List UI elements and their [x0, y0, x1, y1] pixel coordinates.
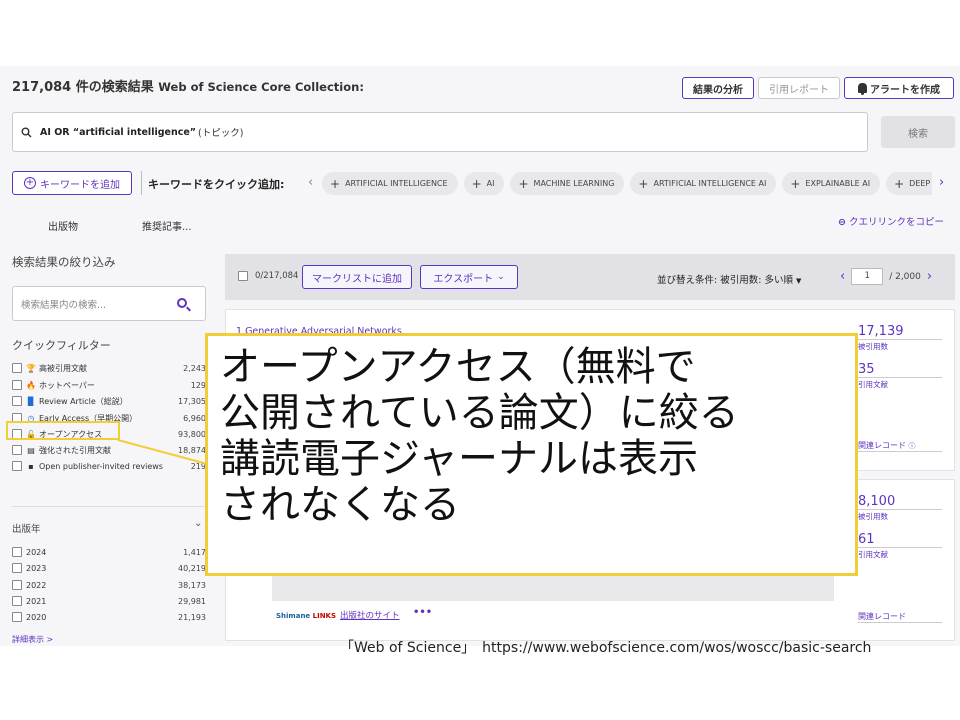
create-alert-button[interactable]: アラートを作成	[844, 77, 954, 99]
keyword-chip[interactable]: + ARTIFICIAL INTELLIGENCE AI	[630, 172, 777, 195]
checkbox[interactable]	[12, 563, 22, 573]
filter-review-article[interactable]: ▉ Review Article（総説） 17,305	[12, 394, 206, 408]
search-query-box[interactable]: AI OR “artificial intelligence” (トピック)	[12, 112, 868, 152]
source-citation: 「Web of Science」 https://www.webofscienc…	[340, 640, 872, 656]
page-title: 217,084 件の検索結果 Web of Science Core Colle…	[12, 80, 364, 95]
callout-line: 講読電子ジャーナルは表示	[220, 436, 698, 482]
add-to-marked-list-button[interactable]: マークリストに追加	[302, 265, 412, 289]
plus-icon: +	[471, 176, 482, 191]
keyword-chip[interactable]: + EXPLAINABLE AI	[782, 172, 881, 195]
keyword-chip[interactable]: + AI	[463, 172, 505, 195]
bell-icon	[858, 83, 867, 95]
next-page-icon[interactable]: ›	[927, 269, 932, 284]
show-more-link[interactable]: 詳細表示 >	[12, 634, 53, 645]
checkbox[interactable]	[12, 596, 22, 606]
annotation-callout: オープンアクセス（無料で 公開されている論文）に絞る 講読電子ジャーナルは表示 …	[205, 333, 858, 576]
chevron-right-icon[interactable]: ›	[939, 175, 944, 190]
divider	[12, 506, 206, 507]
filter-year[interactable]: 2023 40,219	[12, 561, 206, 575]
checkbox[interactable]	[12, 461, 22, 471]
keyword-chip[interactable]: + MACHINE LEARNING	[510, 172, 625, 195]
refine-heading: 検索結果の絞り込み	[12, 255, 116, 269]
pagination: ‹ 1 / 2,000 ›	[840, 268, 933, 285]
enriched-refs-icon: ▤	[27, 445, 35, 455]
filter-year[interactable]: 2020 21,193	[12, 610, 206, 624]
analyze-results-button[interactable]: 結果の分析	[682, 77, 754, 99]
chevron-left-icon[interactable]: ‹	[308, 175, 313, 190]
open-access-highlight	[6, 421, 120, 440]
callout-line: 公開されている論文）に絞る	[220, 390, 739, 436]
caret-down-icon: ▼	[795, 277, 802, 285]
add-keyword-button[interactable]: + キーワードを追加	[12, 171, 132, 195]
related-records-link[interactable]: 関連レコード ⓘ	[858, 440, 942, 452]
divider	[141, 171, 142, 195]
plus-icon: +	[330, 176, 341, 191]
publisher-site-link[interactable]: 出版社のサイト	[340, 609, 400, 621]
plus-icon: +	[894, 176, 905, 191]
prev-page-icon[interactable]: ‹	[840, 269, 845, 284]
keyword-chip[interactable]: +DEEP LEARNING	[886, 172, 932, 195]
tab-recommended[interactable]: 推奨記事...	[142, 218, 192, 233]
times-cited[interactable]: 8,100 被引用数	[858, 495, 942, 522]
document-icon: ▉	[27, 396, 35, 406]
related-records-link[interactable]: 関連レコード	[858, 611, 942, 623]
plus-circle-icon: +	[24, 177, 36, 189]
chevron-down-icon[interactable]: ⌄	[194, 518, 202, 529]
plus-icon: +	[518, 176, 529, 191]
filter-year[interactable]: 2024 1,417	[12, 545, 206, 559]
checkbox[interactable]	[12, 363, 22, 373]
help-icon: ⓘ	[908, 442, 916, 450]
checkbox[interactable]	[12, 396, 22, 406]
checkbox[interactable]	[12, 612, 22, 622]
keyword-chip[interactable]: + ARTIFICIAL INTELLIGENCE	[322, 172, 458, 195]
review-comment-icon: ▪	[28, 461, 34, 471]
link-icon: ⊖	[838, 217, 846, 228]
quick-add-label: キーワードをクイック追加:	[148, 178, 285, 191]
citation-report-button[interactable]: 引用レポート	[758, 77, 840, 99]
page-input[interactable]: 1	[851, 268, 884, 285]
shimane-links-button[interactable]: Shimane LINKS	[276, 612, 336, 620]
quick-filters-heading: クイックフィルター	[12, 339, 111, 352]
trophy-icon: 🏆	[26, 363, 36, 373]
export-button[interactable]: エクスポート ⌄	[420, 265, 518, 289]
plus-icon: +	[790, 176, 801, 191]
callout-line: されなくなる	[220, 482, 460, 528]
times-cited[interactable]: 17,139 被引用数	[858, 325, 942, 352]
checkbox[interactable]	[12, 445, 22, 455]
search-icon	[21, 127, 32, 137]
filter-hot-papers[interactable]: 🔥 ホットペーパー 129	[12, 378, 206, 392]
more-options-icon[interactable]: •••	[413, 607, 432, 618]
flame-icon: 🔥	[26, 380, 36, 390]
select-all[interactable]: 0/217,084	[238, 271, 298, 281]
checkbox[interactable]	[12, 547, 22, 557]
filter-highly-cited[interactable]: 🏆 高被引用文献 2,243	[12, 361, 206, 375]
filter-publisher-reviews[interactable]: ▪ Open publisher-invited reviews 219	[12, 459, 206, 473]
checkbox[interactable]	[12, 580, 22, 590]
references-count[interactable]: 61 引用文献	[858, 533, 942, 560]
keyword-chips: + ARTIFICIAL INTELLIGENCE + AI + MACHINE LE…	[322, 172, 932, 195]
plus-icon: +	[638, 176, 649, 191]
checkbox[interactable]	[238, 271, 248, 281]
references-count[interactable]: 35 引用文献	[858, 363, 942, 390]
copy-query-link[interactable]: ⊖ クエリリンクをコピー	[838, 214, 944, 228]
callout-line: オープンアクセス（無料で	[220, 344, 696, 390]
filter-year[interactable]: 2021 29,981	[12, 594, 206, 608]
refine-search-input[interactable]: 検索結果内の検索...	[12, 286, 206, 321]
publication-year-heading: 出版年	[12, 524, 41, 535]
checkbox[interactable]	[12, 380, 22, 390]
sort-selector[interactable]: 並び替え条件: 被引用数: 多い順 ▼	[657, 272, 801, 286]
search-icon[interactable]	[177, 298, 187, 308]
search-button[interactable]: 検索	[881, 116, 955, 148]
tab-publications[interactable]: 出版物	[48, 218, 78, 233]
search-query-text: AI OR “artificial intelligence”	[40, 126, 197, 138]
search-scope: (トピック)	[198, 128, 244, 139]
filter-year[interactable]: 2022 38,173	[12, 578, 206, 592]
chevron-down-icon: ⌄	[497, 272, 505, 282]
